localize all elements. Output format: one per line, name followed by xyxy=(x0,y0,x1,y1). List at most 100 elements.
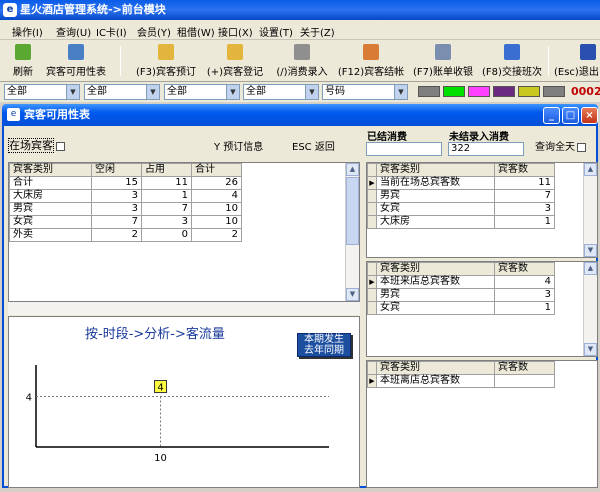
filter-combo-3[interactable]: 全部 ▼ xyxy=(164,84,240,100)
settled-field[interactable] xyxy=(366,142,442,156)
unsettled-field[interactable]: 322 xyxy=(448,142,524,156)
table-row[interactable]: 男宾 3 7 10 xyxy=(9,202,242,216)
in-house-checkbox[interactable] xyxy=(56,141,65,151)
table-row[interactable]: 女宾 1 xyxy=(367,301,555,315)
table-row[interactable]: 大床房 1 xyxy=(367,215,555,229)
grid-horizontal-scrollbar[interactable] xyxy=(8,302,360,315)
chevron-down-icon[interactable]: ▼ xyxy=(146,85,159,99)
table-row[interactable]: 女宾 3 xyxy=(367,202,555,216)
cell xyxy=(494,374,555,388)
chevron-down-icon[interactable]: ▼ xyxy=(226,85,239,99)
reservation-button[interactable]: (F3)宾客预订 xyxy=(133,42,199,80)
col-guest-count: 宾客数 xyxy=(494,262,555,276)
checkout-button[interactable]: (F12)宾客结帐 xyxy=(336,42,406,80)
cell: 7 xyxy=(91,215,142,229)
query-all-day-toggle[interactable]: 查询全天 xyxy=(535,138,586,153)
col-guest-type: 宾客类别 xyxy=(376,361,495,375)
col-free: 空闲 xyxy=(91,163,142,177)
consumption-entry-label: (/)消费录入 xyxy=(276,67,328,78)
query-all-day-checkbox[interactable] xyxy=(577,142,586,152)
filter-combo-4[interactable]: 全部 ▼ xyxy=(243,84,319,100)
cell: 4 xyxy=(494,275,555,289)
query-all-day-label: 查询全天 xyxy=(535,142,575,153)
menu-ic-card[interactable]: IC卡(I) xyxy=(96,24,127,39)
menu-operations[interactable]: 操作(I) xyxy=(12,24,43,39)
menu-settings[interactable]: 设置(T) xyxy=(259,24,293,39)
table-row[interactable]: 女宾 7 3 10 xyxy=(9,215,242,229)
checkout-icon xyxy=(363,44,379,60)
chevron-down-icon[interactable]: ▼ xyxy=(305,85,318,99)
cash-register-icon xyxy=(435,44,451,60)
table-header-row: 宾客类别 宾客数 xyxy=(367,361,555,375)
table-row[interactable]: ▶ 本班离店总宾客数 xyxy=(367,374,555,388)
y-tick-label: 4 xyxy=(26,393,32,404)
cell: 男宾 xyxy=(376,189,495,203)
cell: 合计 xyxy=(9,176,92,190)
maximize-button[interactable]: □ xyxy=(562,107,579,124)
filter-combo-1[interactable]: 全部 ▼ xyxy=(4,84,80,100)
row-pointer-icon: ▶ xyxy=(367,176,377,190)
status-swatch-gray-2 xyxy=(543,86,565,97)
scroll-up-icon[interactable]: ▲ xyxy=(584,163,597,176)
menu-about[interactable]: 关于(Z) xyxy=(300,24,335,39)
cell: 3 xyxy=(91,189,142,203)
window-icon: e xyxy=(7,108,20,121)
status-swatch-gray xyxy=(418,86,440,97)
cell: 女宾 xyxy=(9,215,92,229)
table-row[interactable]: 合计 15 11 26 xyxy=(9,176,242,190)
scroll-down-icon[interactable]: ▼ xyxy=(584,343,597,356)
reserve-info-link[interactable]: Y 预订信息 xyxy=(214,138,263,153)
cell: 女宾 xyxy=(376,202,495,216)
row-indicator xyxy=(367,202,377,216)
minimize-button[interactable]: _ xyxy=(543,107,560,124)
cashier-button[interactable]: (F7)账单收银 xyxy=(410,42,476,80)
menu-query[interactable]: 查询(U) xyxy=(56,24,91,39)
menu-interface[interactable]: 接口(X) xyxy=(218,24,253,39)
departures-grid: 宾客类别 宾客数 ▶ 本班离店总宾客数 xyxy=(366,360,598,488)
menu-member[interactable]: 会员(Y) xyxy=(137,24,171,39)
table-row[interactable]: 男宾 3 xyxy=(367,288,555,302)
exit-button[interactable]: (Esc)退出 xyxy=(554,42,600,80)
arrivals-table: 宾客类别 宾客数 ▶ 本班来店总宾客数 4 男宾 3 女宾 1 xyxy=(367,262,555,315)
close-button[interactable]: × xyxy=(581,107,598,124)
scroll-down-icon[interactable]: ▼ xyxy=(346,288,359,301)
scroll-thumb[interactable] xyxy=(346,177,359,245)
grid-vertical-scrollbar[interactable]: ▲ ▼ xyxy=(583,163,597,257)
filter-combo-2[interactable]: 全部 ▼ xyxy=(84,84,160,100)
grid-vertical-scrollbar[interactable]: ▲ ▼ xyxy=(345,163,359,301)
filter-combo-number[interactable]: 号码 ▼ xyxy=(322,84,408,100)
esc-back-link[interactable]: ESC 返回 xyxy=(292,138,335,153)
checkin-button[interactable]: (+)宾客登记 xyxy=(204,42,266,80)
row-indicator xyxy=(367,288,377,302)
scroll-up-icon[interactable]: ▲ xyxy=(584,262,597,275)
in-house-toggle[interactable]: 在场宾客 xyxy=(8,137,65,153)
availability-table-button[interactable]: 宾客可用性表 xyxy=(40,42,112,80)
shift-handover-button[interactable]: (F8)交接班次 xyxy=(479,42,545,80)
table-row[interactable]: 大床房 3 1 4 xyxy=(9,189,242,203)
refresh-label: 刷新 xyxy=(13,67,33,78)
cell: 10 xyxy=(191,215,242,229)
cell: 0 xyxy=(141,228,192,242)
scroll-down-icon[interactable]: ▼ xyxy=(584,244,597,257)
table-row[interactable]: 男宾 7 xyxy=(367,189,555,203)
scissors-icon xyxy=(294,44,310,60)
scroll-up-icon[interactable]: ▲ xyxy=(346,163,359,176)
table-row[interactable]: ▶ 本班来店总宾客数 4 xyxy=(367,275,555,289)
refresh-button[interactable]: 刷新 xyxy=(10,42,36,80)
col-guest-count: 宾客数 xyxy=(494,361,555,375)
departures-table: 宾客类别 宾客数 ▶ 本班离店总宾客数 xyxy=(367,361,555,388)
chevron-down-icon[interactable]: ▼ xyxy=(66,85,79,99)
filter-combo-2-value: 全部 xyxy=(87,86,107,97)
menu-rental[interactable]: 租借(W) xyxy=(177,24,215,39)
refresh-icon xyxy=(15,44,31,60)
table-row[interactable]: 外卖 2 0 2 xyxy=(9,228,242,242)
grid-vertical-scrollbar[interactable]: ▲ ▼ xyxy=(583,262,597,356)
chevron-down-icon[interactable]: ▼ xyxy=(394,85,407,99)
status-code: 0002 xyxy=(571,85,600,98)
col-guest-type: 宾客类别 xyxy=(9,163,92,177)
row-indicator-header xyxy=(367,361,377,375)
exit-icon xyxy=(580,44,596,60)
table-row[interactable]: ▶ 当前在场总宾客数 11 xyxy=(367,176,555,190)
availability-table-icon xyxy=(68,44,84,60)
consumption-entry-button[interactable]: (/)消费录入 xyxy=(271,42,333,80)
